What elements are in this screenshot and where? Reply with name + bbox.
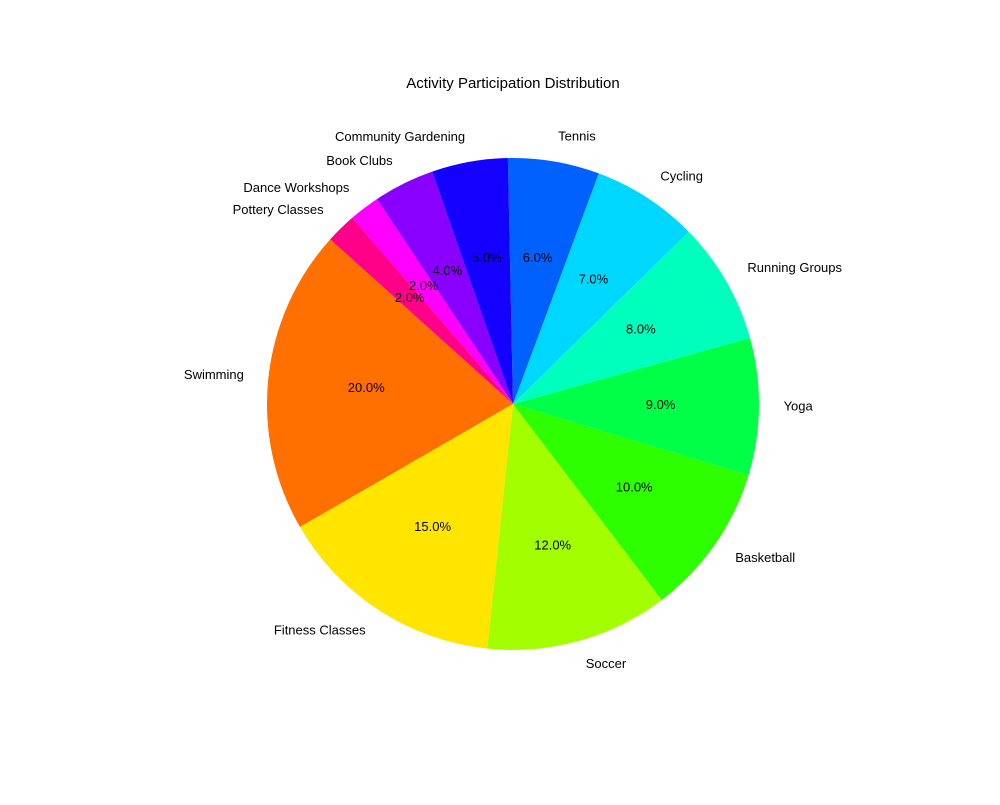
category-label: Cycling — [660, 168, 703, 183]
category-label: Yoga — [784, 398, 814, 413]
percent-label: 8.0% — [626, 322, 656, 337]
percent-label: 7.0% — [579, 272, 609, 287]
category-label: Fitness Classes — [274, 622, 366, 637]
percent-label: 2.0% — [395, 290, 425, 305]
chart-title: Activity Participation Distribution — [406, 75, 619, 92]
percent-label: 20.0% — [348, 380, 385, 395]
pie-chart: Activity Participation Distribution Swim… — [184, 75, 843, 671]
chart-root: Activity Participation Distribution Swim… — [0, 0, 1000, 800]
category-label: Swimming — [184, 367, 244, 382]
percent-label: 12.0% — [534, 538, 571, 553]
category-label: Community Gardening — [335, 129, 465, 144]
category-label: Running Groups — [747, 260, 842, 275]
category-label: Soccer — [586, 656, 627, 671]
percent-label: 5.0% — [472, 250, 502, 265]
pie-slices — [267, 157, 759, 650]
category-label: Basketball — [735, 550, 795, 565]
percent-label: 15.0% — [414, 519, 451, 534]
percent-label: 6.0% — [523, 250, 553, 265]
percent-label: 9.0% — [646, 397, 676, 412]
category-label: Dance Workshops — [243, 180, 349, 195]
category-label: Tennis — [558, 129, 596, 144]
percent-label: 4.0% — [433, 263, 463, 278]
category-label: Pottery Classes — [233, 202, 325, 217]
category-label: Book Clubs — [326, 153, 393, 168]
percent-label: 10.0% — [616, 480, 653, 495]
